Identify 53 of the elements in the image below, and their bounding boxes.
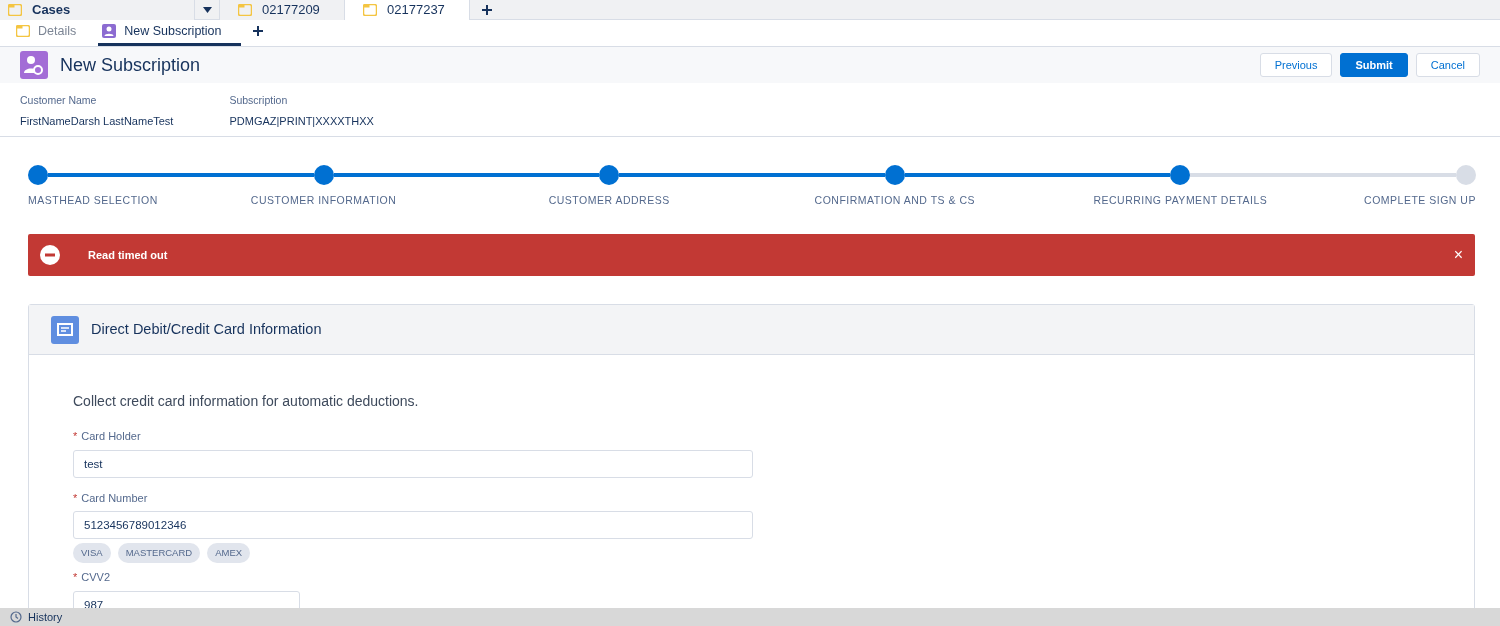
field-value: PDMGAZ|PRINT|XXXXTHXX bbox=[229, 113, 374, 129]
field-label: CVV2 bbox=[81, 570, 111, 586]
description-text: Collect credit card information for automatic deductions. bbox=[73, 392, 420, 411]
field-label: Card Number bbox=[81, 490, 148, 506]
error-message: Read timed out bbox=[88, 247, 169, 263]
card-title: Direct Debit/Credit Card Information bbox=[91, 319, 322, 339]
folder-icon bbox=[363, 4, 377, 16]
card-type-tag: MASTERCARD bbox=[117, 543, 201, 564]
step-marker[interactable] bbox=[884, 165, 905, 185]
step-label: COMPLETE SIGN UP bbox=[1364, 193, 1476, 208]
error-icon bbox=[40, 245, 60, 265]
card-type-tag: AMEX bbox=[207, 543, 251, 564]
step-marker[interactable] bbox=[28, 165, 48, 185]
workspace-tab[interactable]: 02177237 bbox=[345, 0, 470, 20]
folder-icon bbox=[238, 4, 252, 16]
step-label: CONFIRMATION AND TS & CS bbox=[814, 193, 975, 208]
flow-button[interactable]: Previous bbox=[1259, 53, 1333, 77]
history-button[interactable]: History bbox=[10, 608, 63, 626]
input-field[interactable]: 5123456789012346 bbox=[73, 511, 753, 539]
step-marker[interactable] bbox=[313, 165, 334, 185]
step-label: CUSTOMER ADDRESS bbox=[548, 193, 670, 208]
step-marker[interactable] bbox=[1455, 165, 1476, 185]
subtab[interactable]: Details bbox=[16, 19, 99, 46]
form-icon bbox=[51, 315, 79, 344]
person-icon bbox=[102, 24, 117, 38]
folder-icon bbox=[16, 25, 30, 37]
step-label: RECURRING PAYMENT DETAILS bbox=[1093, 193, 1268, 208]
card-type-tag: VISA bbox=[73, 543, 111, 564]
required-mark: * bbox=[73, 570, 78, 586]
step-marker[interactable] bbox=[1170, 165, 1191, 185]
workspace-tab[interactable]: Cases bbox=[0, 0, 195, 20]
folder-icon bbox=[8, 4, 22, 16]
field-label: Subscription bbox=[229, 93, 289, 108]
input-field[interactable]: test bbox=[73, 449, 753, 478]
caret-icon bbox=[202, 6, 212, 13]
field-label: Card Holder bbox=[81, 429, 141, 444]
step-label: CUSTOMER INFORMATION bbox=[250, 193, 397, 208]
workspace-tab[interactable]: 02177209 bbox=[220, 0, 345, 20]
field-value: FirstNameDarsh LastNameTest bbox=[20, 113, 174, 129]
input-field[interactable]: 987 bbox=[73, 590, 300, 608]
page-title: New Subscription bbox=[60, 53, 202, 77]
plus-icon bbox=[482, 5, 492, 16]
step-marker[interactable] bbox=[599, 165, 620, 185]
field-label: Customer Name bbox=[20, 93, 98, 108]
required-mark: * bbox=[73, 429, 78, 444]
required-mark: * bbox=[73, 490, 78, 506]
close-button[interactable]: × bbox=[1453, 247, 1463, 263]
flow-icon bbox=[20, 51, 48, 79]
submit-button[interactable]: Submit bbox=[1340, 53, 1408, 77]
step-label: MASTHEAD SELECTION bbox=[28, 193, 158, 208]
flow-button[interactable]: Cancel bbox=[1415, 53, 1480, 77]
plus-icon bbox=[253, 25, 264, 36]
clock-icon bbox=[10, 611, 22, 623]
